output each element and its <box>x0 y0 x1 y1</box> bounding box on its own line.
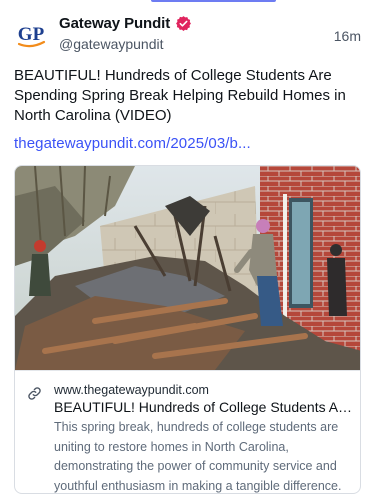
card-image[interactable] <box>15 166 361 370</box>
link-icon <box>28 387 41 400</box>
post-header: GP Gateway Pundit @gatewaypundit 16m <box>14 12 361 58</box>
post-timestamp[interactable]: 16m <box>334 28 361 44</box>
avatar[interactable]: GP <box>14 18 48 52</box>
author-block: Gateway Pundit @gatewaypundit <box>59 15 192 52</box>
post-text: BEAUTIFUL! Hundreds of College Students … <box>14 67 346 124</box>
gateway-pundit-logo: GP <box>18 24 46 48</box>
post-link[interactable]: thegatewaypundit.com/2025/03/b... <box>14 135 251 152</box>
card-description: This spring break, hundreds of college s… <box>54 420 342 493</box>
post[interactable]: GP Gateway Pundit @gatewaypundit 16m BEA… <box>0 0 375 500</box>
author-name[interactable]: Gateway Pundit <box>59 15 170 32</box>
card-title[interactable]: BEAUTIFUL! Hundreds of College Students … <box>54 399 354 415</box>
verified-badge-icon <box>176 16 192 31</box>
link-preview-card[interactable]: www.thegatewaypundit.com BEAUTIFUL! Hund… <box>14 165 361 494</box>
avatar-text: GP <box>18 24 45 45</box>
card-domain: www.thegatewaypundit.com <box>54 383 209 397</box>
author-name-row: Gateway Pundit <box>59 15 192 32</box>
card-meta[interactable]: www.thegatewaypundit.com BEAUTIFUL! Hund… <box>15 370 360 493</box>
author-handle[interactable]: @gatewaypundit <box>59 36 192 52</box>
